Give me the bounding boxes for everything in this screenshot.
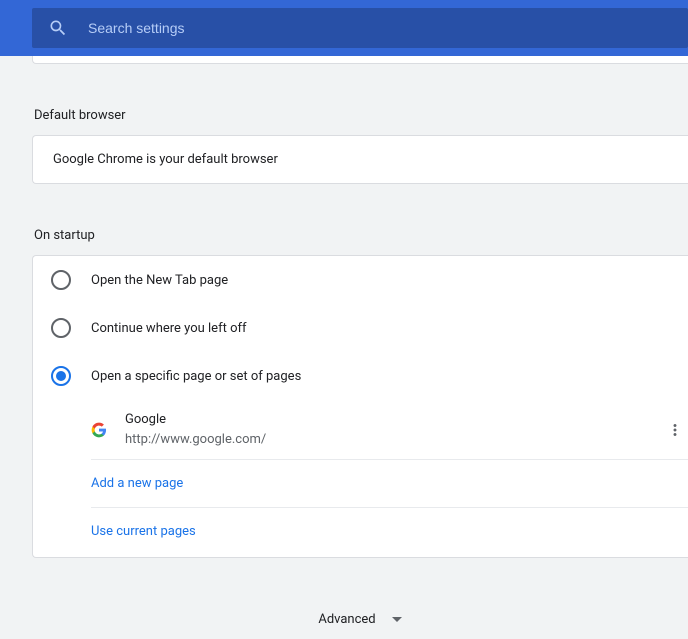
- content-area: Default browser Google Chrome is your de…: [0, 56, 688, 639]
- default-browser-card: Google Chrome is your default browser: [32, 135, 688, 184]
- startup-option-new-tab[interactable]: Open the New Tab page: [33, 256, 688, 304]
- use-current-pages-row[interactable]: Use current pages: [91, 508, 688, 557]
- google-favicon-icon: [91, 422, 107, 438]
- radio-label: Open the New Tab page: [91, 273, 228, 288]
- add-page-row[interactable]: Add a new page: [91, 460, 688, 508]
- startup-page-item: Google http://www.google.com/: [91, 400, 688, 460]
- header-bar: [0, 0, 688, 56]
- default-browser-message: Google Chrome is your default browser: [33, 136, 688, 183]
- search-box[interactable]: [32, 8, 688, 48]
- radio-icon-selected: [51, 366, 71, 386]
- startup-option-specific-pages[interactable]: Open a specific page or set of pages: [33, 352, 688, 400]
- more-vert-icon[interactable]: [666, 421, 684, 439]
- radio-icon: [51, 318, 71, 338]
- previous-card-bottom: [32, 56, 688, 64]
- radio-label: Open a specific page or set of pages: [91, 369, 301, 384]
- startup-option-continue[interactable]: Continue where you left off: [33, 304, 688, 352]
- startup-card: Open the New Tab page Continue where you…: [32, 255, 688, 558]
- page-url: http://www.google.com/: [125, 430, 666, 450]
- page-title: Google: [125, 410, 666, 430]
- advanced-label: Advanced: [318, 612, 375, 627]
- add-page-link[interactable]: Add a new page: [91, 476, 183, 491]
- default-browser-section-title: Default browser: [32, 86, 688, 135]
- search-input[interactable]: [88, 20, 672, 36]
- advanced-toggle[interactable]: Advanced: [32, 580, 688, 639]
- chevron-down-icon: [392, 617, 402, 622]
- radio-label: Continue where you left off: [91, 321, 247, 336]
- use-current-pages-link[interactable]: Use current pages: [91, 524, 196, 539]
- page-info: Google http://www.google.com/: [125, 410, 666, 449]
- startup-pages-list: Google http://www.google.com/ Add a new …: [91, 400, 688, 557]
- radio-icon: [51, 270, 71, 290]
- startup-section-title: On startup: [32, 206, 688, 255]
- search-icon: [48, 18, 68, 38]
